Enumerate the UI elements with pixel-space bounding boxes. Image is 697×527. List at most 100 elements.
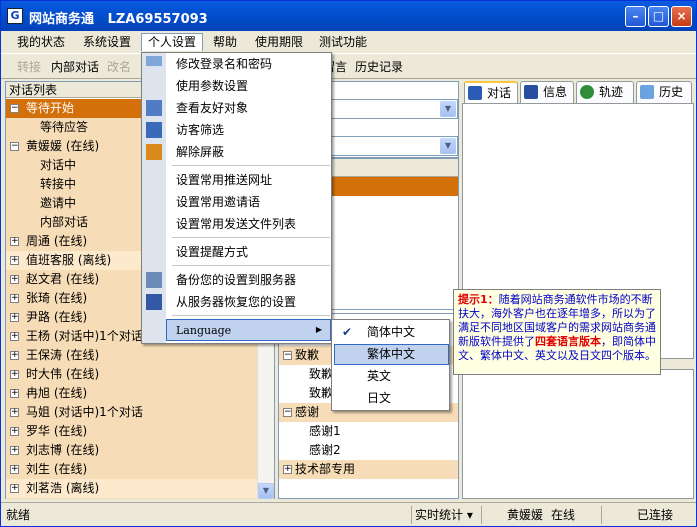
tree-group-item[interactable]: + 时大伟 (在线) (6, 365, 259, 384)
history-button[interactable]: 历史记录 (355, 58, 403, 76)
backup-item[interactable]: 备份您的设置到服务器 (166, 269, 331, 291)
scroll-down-icon[interactable]: ▼ (258, 483, 274, 499)
lang-english[interactable]: 英文 (334, 366, 449, 387)
tree-item-label: 邀请中 (40, 196, 77, 210)
send-files-item[interactable]: 设置常用发送文件列表 (166, 213, 331, 235)
rename-button[interactable]: 改名 (107, 58, 131, 76)
tree-group-item[interactable]: + 刘生 (在线) (6, 460, 259, 479)
expand-icon[interactable]: + (10, 237, 19, 246)
tree-item-label: 周通 (在线) (26, 234, 88, 248)
title-bar[interactable]: G 网站商务通 LZA69557093 – □ × (1, 1, 696, 31)
lang-traditional-chinese[interactable]: 繁体中文 (334, 344, 449, 365)
menu-separator (172, 265, 330, 266)
tab-info[interactable]: 信息 (520, 81, 574, 103)
transfer-button[interactable]: 转接 (17, 58, 41, 76)
collapse-icon[interactable]: − (283, 351, 292, 360)
tree-group-item[interactable]: + 刘茗浩 (离线) (6, 479, 259, 498)
expand-icon[interactable]: + (10, 313, 19, 322)
reply-label: 技术部专用 (295, 462, 356, 476)
status-text: 就绪 (6, 508, 31, 522)
tab-history[interactable]: 历史 (636, 81, 692, 103)
language-item[interactable]: Language ▶ (166, 319, 331, 341)
reply-category[interactable]: + 技术部专用 (279, 460, 458, 479)
unblock-item[interactable]: 解除屏蔽 (166, 141, 331, 163)
status-user: 黄媛媛 (507, 508, 544, 522)
menu-my-status[interactable]: 我的状态 (11, 33, 71, 51)
message-input[interactable] (462, 369, 694, 499)
realtime-stats-button[interactable]: 实时统计 ▾ (415, 507, 473, 523)
tree-group-item[interactable]: + 冉旭 (在线) (6, 384, 259, 403)
change-password-item[interactable]: 修改登录名和密码 (166, 53, 331, 75)
restore-item[interactable]: 从服务器恢复您的设置 (166, 291, 331, 313)
expand-icon[interactable]: + (10, 256, 19, 265)
menu-system-settings[interactable]: 系统设置 (77, 33, 137, 51)
lang-simplified-chinese[interactable]: ✔ 简体中文 (334, 322, 449, 343)
tree-item-label: 黄媛媛 (在线) (26, 139, 100, 153)
expand-icon[interactable]: + (10, 332, 19, 341)
minimize-button[interactable]: – (625, 6, 646, 27)
globe-icon (580, 85, 594, 99)
expand-icon[interactable]: + (10, 446, 19, 455)
connection-status: 已连接 (637, 508, 674, 522)
menu-separator (172, 165, 330, 166)
history-icon (640, 85, 654, 99)
tree-item-label: 冉旭 (在线) (26, 386, 88, 400)
menu-help[interactable]: 帮助 (207, 33, 243, 51)
visitor-filter-item[interactable]: 访客筛选 (166, 119, 331, 141)
toolbar: 转接 内部对话 改名 留言 历史记录 (1, 53, 696, 79)
reply-item[interactable]: 感谢2 (279, 441, 458, 460)
lang-japanese[interactable]: 日文 (334, 388, 449, 409)
tree-group-item[interactable]: + 马姐 (对话中)1个对话 (6, 403, 259, 422)
push-url-item[interactable]: 设置常用推送网址 (166, 169, 331, 191)
menu-separator (172, 315, 330, 316)
usage-params-item[interactable]: 使用参数设置 (166, 75, 331, 97)
tree-item-label: 赵文君 (在线) (26, 272, 100, 286)
expand-icon[interactable]: + (10, 275, 19, 284)
expand-icon[interactable]: + (10, 408, 19, 417)
reminder-item[interactable]: 设置提醒方式 (166, 241, 331, 263)
backup-icon (146, 272, 162, 288)
close-button[interactable]: × (671, 6, 692, 27)
tree-group-item[interactable]: + 罗华 (在线) (6, 422, 259, 441)
tree-group-item[interactable]: + 刘志博 (在线) (6, 441, 259, 460)
expand-icon[interactable]: + (10, 351, 19, 360)
expand-icon[interactable]: + (10, 389, 19, 398)
tree-group-item[interactable]: + 王保涛 (在线) (6, 346, 259, 365)
tree-item-label: 等待开始 (26, 101, 75, 115)
reply-label: 感谢1 (309, 424, 341, 438)
message-button[interactable]: 留言 (331, 58, 347, 76)
invite-phrases-item[interactable]: 设置常用邀请语 (166, 191, 331, 213)
tab-track[interactable]: 轨迹 (576, 81, 634, 103)
expand-icon[interactable]: + (283, 465, 292, 474)
submenu-arrow-icon: ▶ (315, 325, 322, 334)
expand-icon[interactable]: + (10, 465, 19, 474)
reply-label: 感谢 (295, 405, 320, 419)
menu-test-features[interactable]: 测试功能 (313, 33, 373, 51)
expand-icon[interactable]: + (10, 484, 19, 493)
chevron-down-icon[interactable]: ▼ (440, 101, 456, 117)
restore-icon (146, 294, 162, 310)
internal-chat-button[interactable]: 内部对话 (51, 58, 99, 76)
menu-personal-settings[interactable]: 个人设置 (141, 33, 204, 51)
collapse-icon[interactable]: − (10, 142, 19, 151)
tree-item-label: 对话中 (40, 158, 77, 172)
tree-item-label: 刘生 (在线) (26, 462, 88, 476)
chevron-down-icon[interactable]: ▼ (440, 138, 456, 154)
expand-icon[interactable]: + (10, 427, 19, 436)
tab-bar: 对话 信息 轨迹 历史 (462, 81, 694, 103)
maximize-button[interactable]: □ (648, 6, 669, 27)
key-icon (146, 144, 162, 160)
main-window: G 网站商务通 LZA69557093 – □ × 我的状态 系统设置 个人设置… (0, 0, 697, 527)
reply-label: 致歉 (295, 348, 320, 362)
friendly-objects-item[interactable]: 查看友好对象 (166, 97, 331, 119)
menu-usage-period[interactable]: 使用期限 (249, 33, 309, 51)
collapse-icon[interactable]: − (283, 408, 292, 417)
expand-icon[interactable]: + (10, 370, 19, 379)
info-icon (524, 85, 538, 99)
tree-item-label: 转接中 (40, 177, 77, 191)
reply-item[interactable]: 感谢1 (279, 422, 458, 441)
password-icon (146, 56, 162, 66)
expand-icon[interactable]: + (10, 294, 19, 303)
tab-chat[interactable]: 对话 (464, 81, 518, 103)
collapse-icon[interactable]: − (10, 104, 19, 113)
